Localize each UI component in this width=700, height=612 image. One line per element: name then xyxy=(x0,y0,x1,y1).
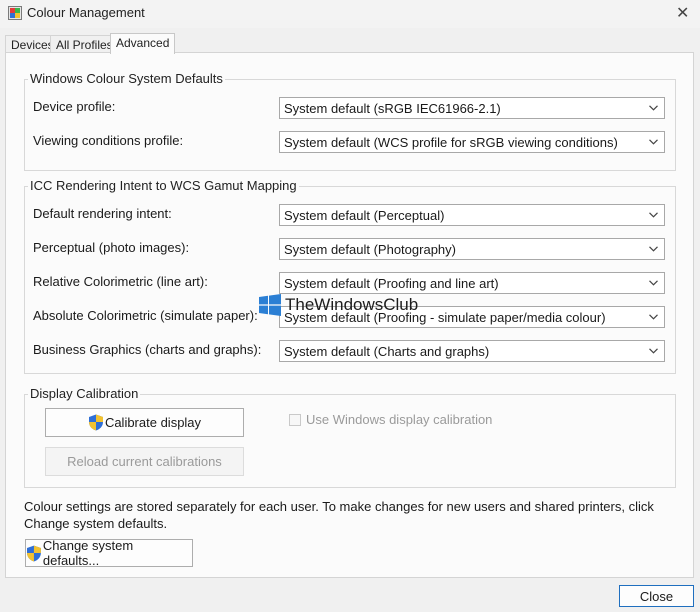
colour-management-icon xyxy=(8,6,22,20)
reload-calibrations-button[interactable]: Reload current calibrations xyxy=(45,447,244,476)
change-system-defaults-label: Change system defaults... xyxy=(42,538,134,568)
watermark-text: TheWindowsClub xyxy=(285,295,419,314)
use-windows-calibration-label: Use Windows display calibration xyxy=(306,412,493,427)
chevron-down-icon xyxy=(649,105,658,111)
perceptual-dropdown[interactable]: System default (Photography) xyxy=(279,238,665,260)
viewing-conditions-dropdown[interactable]: System default (WCS profile for sRGB vie… xyxy=(279,131,665,153)
device-profile-dropdown[interactable]: System default (sRGB IEC61966-2.1) xyxy=(279,97,665,119)
close-button-label: Close xyxy=(639,588,674,604)
reload-calibrations-label: Reload current calibrations xyxy=(67,454,222,469)
change-system-defaults-button[interactable]: Change system defaults... xyxy=(25,538,193,568)
windows-logo-icon xyxy=(259,294,281,316)
business-graphics-dropdown[interactable]: System default (Charts and graphs) xyxy=(279,340,665,362)
dropdown-value: System default (Charts and graphs) xyxy=(284,344,490,359)
default-intent-dropdown[interactable]: System default (Perceptual) xyxy=(279,204,665,226)
chevron-down-icon xyxy=(649,212,658,218)
info-text: Colour settings are stored separately fo… xyxy=(24,499,654,531)
use-windows-calibration-checkbox[interactable] xyxy=(289,414,301,426)
chevron-down-icon xyxy=(649,314,658,320)
dropdown-value: System default (Perceptual) xyxy=(284,208,445,223)
display-calibration-title: Display Calibration xyxy=(28,386,141,401)
chevron-down-icon xyxy=(649,246,658,252)
tab-advanced[interactable]: Advanced xyxy=(110,33,176,54)
close-button[interactable]: Close xyxy=(619,585,694,607)
relative-colorimetric-label: Relative Colorimetric (line art): xyxy=(33,274,208,289)
window-close-icon[interactable]: ✕ xyxy=(676,3,689,23)
perceptual-label: Perceptual (photo images): xyxy=(33,240,190,255)
wcs-defaults-title: Windows Colour System Defaults xyxy=(28,71,225,86)
chevron-down-icon xyxy=(649,280,658,286)
chevron-down-icon xyxy=(649,348,658,354)
uac-shield-icon xyxy=(26,545,41,561)
dropdown-value: System default (Photography) xyxy=(284,242,456,257)
title-bar: Colour Management ✕ xyxy=(0,0,700,28)
thewindowsclub-watermark: TheWindowsClub xyxy=(259,294,418,316)
absolute-colorimetric-label: Absolute Colorimetric (simulate paper): xyxy=(33,308,258,323)
icc-mapping-title: ICC Rendering Intent to WCS Gamut Mappin… xyxy=(28,178,299,193)
calibrate-display-button[interactable]: Calibrate display xyxy=(45,408,244,437)
dropdown-value: System default (WCS profile for sRGB vie… xyxy=(284,135,618,150)
business-graphics-label: Business Graphics (charts and graphs): xyxy=(33,342,262,357)
dropdown-value: System default (sRGB IEC61966-2.1) xyxy=(284,101,501,116)
chevron-down-icon xyxy=(649,139,658,145)
viewing-conditions-label: Viewing conditions profile: xyxy=(33,133,184,148)
dropdown-value: System default (Proofing and line art) xyxy=(284,276,499,291)
default-intent-label: Default rendering intent: xyxy=(33,206,172,221)
device-profile-label: Device profile: xyxy=(33,99,116,114)
uac-shield-icon xyxy=(88,414,103,431)
window-title: Colour Management xyxy=(27,5,145,20)
relative-colorimetric-dropdown[interactable]: System default (Proofing and line art) xyxy=(279,272,665,294)
calibrate-display-label: Calibrate display xyxy=(104,415,202,430)
wcs-defaults-group xyxy=(24,79,676,171)
